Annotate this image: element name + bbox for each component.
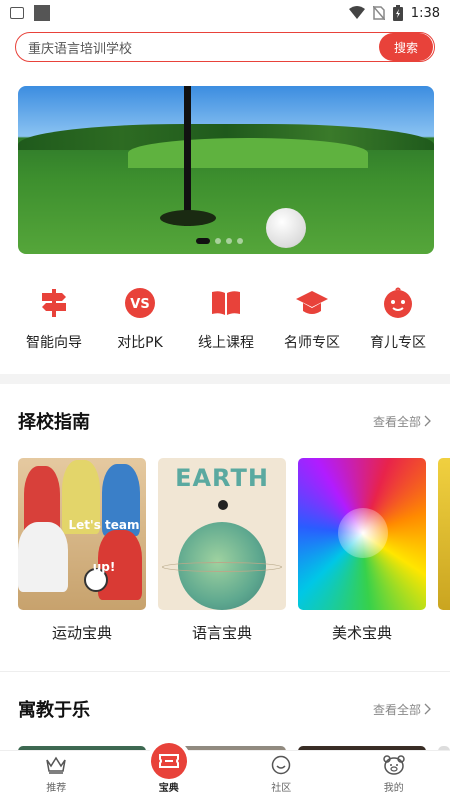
app-notification-icon: [34, 5, 50, 21]
tab-mine[interactable]: 我的: [338, 751, 450, 800]
tab-label: 我的: [383, 783, 404, 794]
section-divider: [0, 374, 450, 384]
quick-nav-course[interactable]: 线上课程: [186, 286, 266, 352]
view-all-link[interactable]: 查看全部: [373, 701, 432, 718]
quick-nav-label: 智能向导: [26, 335, 82, 351]
search-input[interactable]: [16, 39, 379, 55]
svg-text:VS: VS: [130, 297, 149, 312]
tab-community[interactable]: 社区: [225, 751, 338, 800]
banner-hole: [160, 210, 216, 226]
section-school-guide: 择校指南 查看全部 Let's team up! 运动宝典 EARTH 语言宝典…: [0, 384, 450, 643]
ticket-icon: [150, 743, 187, 779]
vs-icon: VS: [123, 286, 157, 320]
carousel-dot[interactable]: [237, 238, 243, 244]
banner-green: [128, 138, 368, 168]
status-bar: 1:38: [0, 0, 450, 26]
card-image-text: Let's team up!: [68, 518, 140, 574]
banner-golf-ball: [266, 208, 306, 248]
view-all-label: 查看全部: [372, 414, 421, 429]
card-label: 运动宝典: [51, 624, 112, 642]
quick-nav-teacher[interactable]: 名师专区: [272, 286, 352, 352]
tab-label: 社区: [271, 783, 292, 794]
quick-nav-guide[interactable]: 智能向导: [14, 286, 94, 352]
card-image: Let's team up!: [18, 458, 146, 610]
bottom-tab-bar: 推荐 宝典 社区 我的: [0, 743, 450, 800]
quick-nav: 智能向导 VS 对比PK 线上课程 名师专区 育儿专区: [0, 254, 450, 352]
tab-label: 宝典: [158, 783, 179, 794]
tab-recommend[interactable]: 推荐: [0, 751, 113, 800]
quick-nav-parenting[interactable]: 育儿专区: [358, 286, 438, 352]
chevron-right-icon: [424, 703, 431, 715]
quick-nav-compare[interactable]: VS 对比PK: [100, 286, 180, 352]
search-bar: 搜索: [15, 32, 435, 62]
image-notification-icon: [10, 7, 24, 19]
card-label: 语言宝典: [191, 624, 252, 642]
signpost-icon: [37, 286, 71, 320]
section-title: 择校指南: [18, 412, 90, 433]
banner-flag-pole: [184, 86, 191, 226]
quick-nav-label: 对比PK: [117, 335, 163, 351]
crown-icon: [44, 753, 68, 777]
carousel-dot[interactable]: [215, 238, 221, 244]
card-art[interactable]: 美术宝典: [298, 458, 426, 643]
card-peek[interactable]: [438, 458, 450, 610]
carousel-indicator: [196, 238, 243, 244]
battery-icon: [392, 5, 403, 21]
chevron-right-icon: [424, 415, 431, 427]
wifi-icon: [348, 6, 365, 19]
status-time: 1:38: [410, 5, 440, 21]
quick-nav-label: 名师专区: [284, 335, 340, 351]
card-language[interactable]: EARTH 语言宝典: [158, 458, 286, 643]
bear-icon: [382, 753, 406, 777]
carousel-dot[interactable]: [226, 238, 232, 244]
book-icon: [209, 286, 243, 320]
card-image: EARTH: [158, 458, 286, 610]
card-image: [298, 458, 426, 610]
quick-nav-label: 育儿专区: [370, 335, 426, 351]
tab-handbook[interactable]: 宝典: [113, 743, 226, 800]
view-all-label: 查看全部: [372, 702, 421, 717]
banner-carousel[interactable]: [18, 86, 434, 254]
card-image-text: EARTH: [175, 464, 269, 492]
no-sim-icon: [372, 6, 385, 20]
view-all-link[interactable]: 查看全部: [373, 413, 432, 430]
graduation-cap-icon: [295, 286, 329, 320]
card-label: 美术宝典: [331, 624, 392, 642]
card-sports[interactable]: Let's team up! 运动宝典: [18, 458, 146, 643]
quick-nav-label: 线上课程: [198, 335, 254, 351]
carousel-dot[interactable]: [196, 238, 210, 244]
smile-icon: [269, 753, 293, 777]
baby-face-icon: [381, 286, 415, 320]
section-title: 寓教于乐: [18, 700, 90, 721]
search-button[interactable]: 搜索: [379, 33, 433, 61]
tab-label: 推荐: [46, 783, 67, 794]
